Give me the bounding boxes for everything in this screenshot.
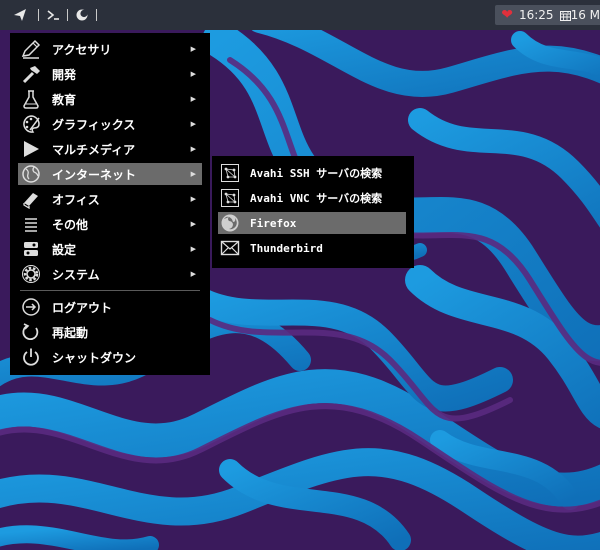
logout-icon <box>20 296 42 318</box>
menu-item-firefox[interactable]: Firefox <box>218 212 406 234</box>
submenu-arrow-icon: ▶ <box>190 145 196 153</box>
paper-plane-icon[interactable] <box>12 7 28 23</box>
envelope-icon <box>220 238 240 258</box>
panel-separator <box>67 9 68 21</box>
panel-date[interactable]: 16 M <box>571 8 600 22</box>
menu-item-label: 再起動 <box>52 325 89 340</box>
menu-item-office[interactable]: オフィス ▶ <box>18 188 202 210</box>
settings-toggle-icon <box>20 238 42 260</box>
menu-item-label: インターネット <box>52 167 137 182</box>
top-panel: ❤ 16:25 16 M <box>0 0 600 30</box>
menu-item-settings[interactable]: 設定 ▶ <box>18 238 202 260</box>
palette-icon <box>20 113 42 135</box>
panel-launchers <box>0 7 103 23</box>
menu-item-label: 開発 <box>52 67 77 82</box>
menu-separator <box>20 290 200 291</box>
heart-icon[interactable]: ❤ <box>501 8 513 22</box>
restart-icon <box>20 321 42 343</box>
menu-item-label: グラフィックス <box>52 117 136 132</box>
network-icon <box>220 188 240 208</box>
menu-item-logout[interactable]: ログアウト <box>18 296 202 318</box>
submenu-arrow-icon: ▶ <box>190 45 196 53</box>
menu-item-other[interactable]: その他 ▶ <box>18 213 202 235</box>
play-icon <box>20 138 42 160</box>
menu-item-label: Firefox <box>250 216 297 230</box>
moon-icon[interactable] <box>74 7 90 23</box>
gear-icon <box>20 263 42 285</box>
submenu-arrow-icon: ▶ <box>190 170 196 178</box>
menu-item-education[interactable]: 教育 ▶ <box>18 88 202 110</box>
panel-tray: ❤ 16:25 16 M <box>495 5 600 25</box>
menu-item-accessories[interactable]: アクセサリ ▶ <box>18 38 202 60</box>
menu-item-label: その他 <box>52 217 89 232</box>
submenu-arrow-icon: ▶ <box>190 270 196 278</box>
panel-separator <box>38 9 39 21</box>
list-icon <box>20 213 42 235</box>
menu-item-label: ログアウト <box>52 300 113 315</box>
menu-item-label: アクセサリ <box>52 42 112 57</box>
panel-clock[interactable]: 16:25 <box>519 8 554 22</box>
menu-item-label: オフィス <box>52 192 100 207</box>
terminal-prompt-icon[interactable] <box>45 7 61 23</box>
hammer-icon <box>20 63 42 85</box>
submenu-arrow-icon: ▶ <box>190 120 196 128</box>
menu-item-development[interactable]: 開発 ▶ <box>18 63 202 85</box>
menu-item-label: Avahi VNC サーバの検索 <box>250 192 383 205</box>
menu-item-internet[interactable]: インターネット ▶ <box>18 163 202 185</box>
internet-submenu: Avahi SSH サーバの検索 Avahi VNC サーバの検索 Firefo… <box>212 156 414 268</box>
menu-item-label: シャットダウン <box>52 350 137 365</box>
power-icon <box>20 346 42 368</box>
menu-item-label: 設定 <box>52 242 77 257</box>
firefox-icon <box>220 213 240 233</box>
submenu-arrow-icon: ▶ <box>190 245 196 253</box>
menu-item-shutdown[interactable]: シャットダウン <box>18 346 202 368</box>
menu-item-restart[interactable]: 再起動 <box>18 321 202 343</box>
menu-item-label: Avahi SSH サーバの検索 <box>250 167 383 180</box>
submenu-arrow-icon: ▶ <box>190 70 196 78</box>
menu-item-graphics[interactable]: グラフィックス ▶ <box>18 113 202 135</box>
book-icon <box>20 188 42 210</box>
submenu-arrow-icon: ▶ <box>190 95 196 103</box>
menu-item-thunderbird[interactable]: Thunderbird <box>218 237 406 259</box>
menu-item-avahi-ssh[interactable]: Avahi SSH サーバの検索 <box>218 162 406 184</box>
calendar-icon <box>559 10 571 21</box>
menu-item-system[interactable]: システム ▶ <box>18 263 202 285</box>
menu-item-multimedia[interactable]: マルチメディア ▶ <box>18 138 202 160</box>
network-icon <box>220 163 240 183</box>
application-menu: アクセサリ ▶ 開発 ▶ 教育 ▶ グラフィックス ▶ マルチメディア ▶ イン <box>10 33 210 375</box>
globe-icon <box>20 163 42 185</box>
submenu-arrow-icon: ▶ <box>190 220 196 228</box>
menu-item-avahi-vnc[interactable]: Avahi VNC サーバの検索 <box>218 187 406 209</box>
flask-icon <box>20 88 42 110</box>
menu-item-label: Thunderbird <box>250 241 323 255</box>
accessories-pen-icon <box>20 38 42 60</box>
menu-item-label: システム <box>52 267 100 282</box>
menu-item-label: マルチメディア <box>52 142 136 157</box>
menu-item-label: 教育 <box>52 92 77 107</box>
panel-separator <box>96 9 97 21</box>
submenu-arrow-icon: ▶ <box>190 195 196 203</box>
